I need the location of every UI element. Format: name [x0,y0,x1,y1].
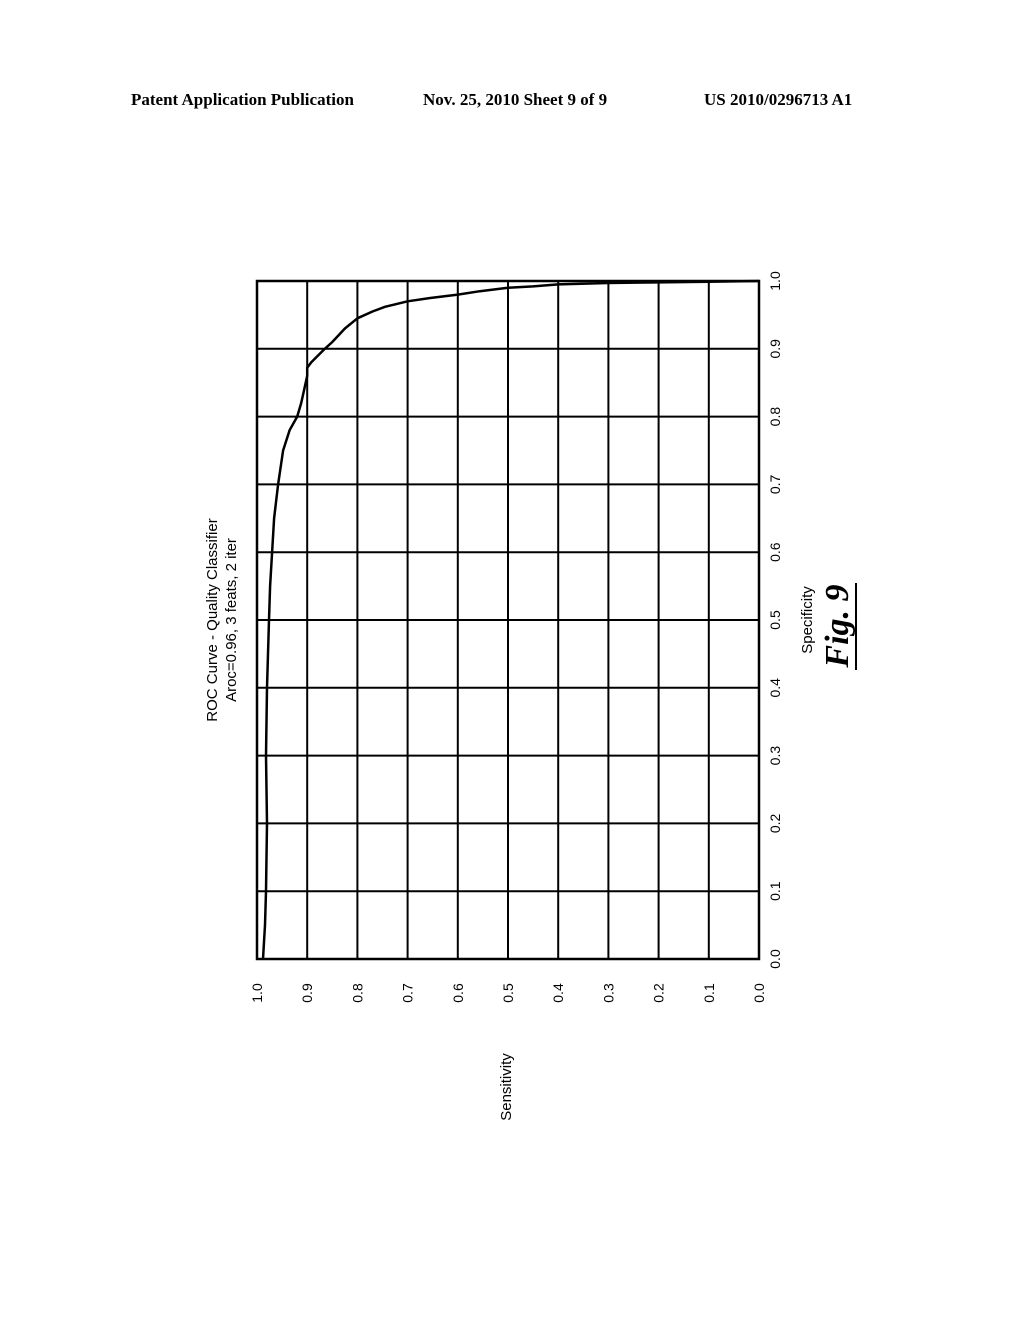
y-tick-label: 0.1 [701,983,717,1003]
x-tick-label: 0.3 [767,746,783,766]
x-tick-label: 0.8 [767,407,783,427]
y-tick-label: 0.5 [500,983,516,1003]
x-axis-label: Specificity [799,586,816,654]
x-tick-label: 0.6 [767,542,783,562]
x-tick-label: 0.1 [767,881,783,901]
specificity-tick-labels: 0.0 0.1 0.2 0.3 0.4 0.5 0.6 0.7 0.8 0.9 1.0 [767,271,783,969]
grid-lines [256,280,760,960]
y-tick-label: 0.0 [751,983,767,1003]
y-tick-label: 0.4 [550,983,566,1003]
x-tick-label: 0.7 [767,474,783,494]
x-tick-label: 0.9 [767,339,783,359]
y-tick-label: 0.7 [400,983,416,1003]
x-tick-label: 0.2 [767,813,783,833]
y-tick-label: 0.2 [651,983,667,1003]
sensitivity-tick-labels: 1.0 0.9 0.8 0.7 0.6 0.5 0.4 0.3 0.2 0.1 0.0 [249,983,767,1003]
x-tick-label: 0.4 [767,678,783,698]
y-tick-label: 0.6 [450,983,466,1003]
y-tick-label: 0.8 [349,983,365,1003]
y-tick-label: 1.0 [249,983,265,1003]
chart-title: ROC Curve - Quality Classifier [204,518,221,721]
y-tick-label: 0.3 [600,983,616,1003]
chart-subtitle: Aroc=0.96, 3 feats, 2 iter [223,538,240,702]
roc-chart: 0.0 0.1 0.2 0.3 0.4 0.5 0.6 0.7 0.8 0.9 1.0 1.0 0.9… [204,271,857,1121]
y-axis-label: Sensitivity [498,1053,515,1121]
x-tick-label: 0.5 [767,610,783,630]
figure-label: Fig. 9 [819,584,856,668]
x-tick-label: 0.0 [767,949,783,969]
y-tick-label: 0.9 [299,983,315,1003]
x-tick-label: 1.0 [767,271,783,291]
